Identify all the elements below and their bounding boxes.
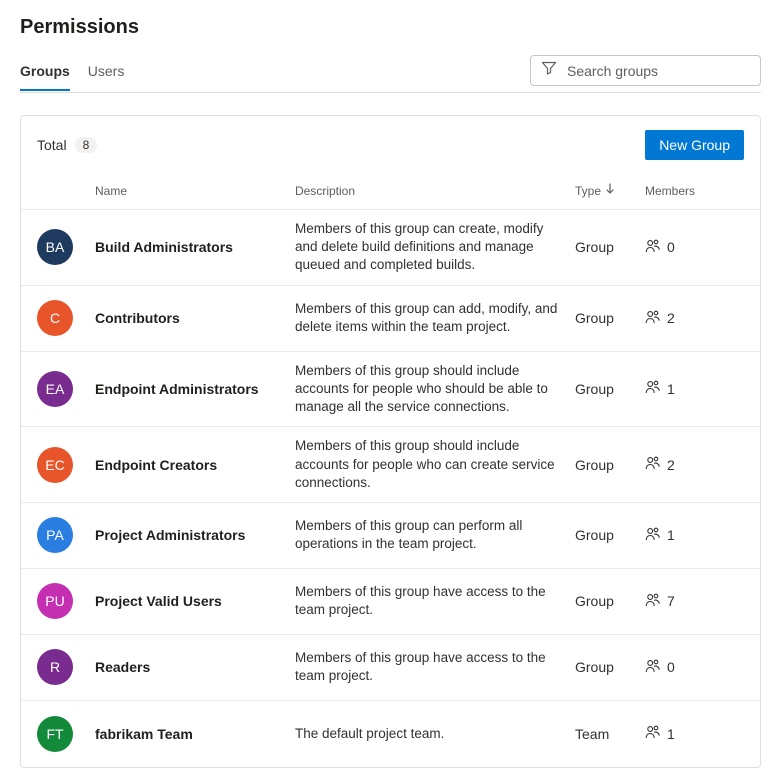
members-count: 1 xyxy=(667,381,675,397)
total-count: 8 xyxy=(75,137,98,153)
group-members: 1 xyxy=(645,379,745,398)
group-name[interactable]: Project Administrators xyxy=(95,527,295,543)
table-body: BABuild AdministratorsMembers of this gr… xyxy=(21,210,760,767)
group-type: Group xyxy=(575,593,645,609)
col-type-label: Type xyxy=(575,184,601,198)
group-name[interactable]: Readers xyxy=(95,659,295,675)
total-summary: Total 8 xyxy=(37,137,97,153)
group-description: Members of this group should include acc… xyxy=(295,362,575,417)
search-input[interactable] xyxy=(565,62,750,80)
avatar: BA xyxy=(37,229,73,265)
card-header: Total 8 New Group xyxy=(21,116,760,172)
members-count: 2 xyxy=(667,310,675,326)
members-icon xyxy=(645,526,661,545)
group-name[interactable]: Endpoint Administrators xyxy=(95,381,295,397)
table-row[interactable]: FT fabrikam TeamThe default project team.… xyxy=(21,701,760,767)
avatar: R xyxy=(37,649,73,685)
group-description: Members of this group have access to the… xyxy=(295,649,575,685)
members-count: 2 xyxy=(667,457,675,473)
group-description: Members of this group can create, modify… xyxy=(295,220,575,275)
avatar: PU xyxy=(37,583,73,619)
avatar: C xyxy=(37,300,73,336)
members-count: 1 xyxy=(667,726,675,742)
group-description: Members of this group can perform all op… xyxy=(295,517,575,553)
members-icon xyxy=(645,658,661,677)
sort-down-icon xyxy=(605,183,615,198)
table-row[interactable]: R ReadersMembers of this group have acces… xyxy=(21,635,760,701)
table-row[interactable]: PU Project Valid UsersMembers of this gro… xyxy=(21,569,760,635)
group-description: The default project team. xyxy=(295,725,575,743)
table-header: Name Description Type Members xyxy=(21,172,760,210)
group-type: Group xyxy=(575,659,645,675)
total-label: Total xyxy=(37,137,67,153)
avatar: EC xyxy=(37,447,73,483)
group-members: 7 xyxy=(645,592,745,611)
group-description: Members of this group can add, modify, a… xyxy=(295,300,575,336)
group-type: Group xyxy=(575,310,645,326)
members-icon xyxy=(645,724,661,743)
page-title: Permissions xyxy=(20,16,761,39)
filter-icon xyxy=(541,60,565,81)
tabs: Groups Users xyxy=(20,57,124,91)
group-members: 0 xyxy=(645,658,745,677)
table-row[interactable]: BA Build AdministratorsMembers of this gr… xyxy=(21,210,760,286)
members-icon xyxy=(645,379,661,398)
group-members: 2 xyxy=(645,309,745,328)
avatar: FT xyxy=(37,716,73,752)
members-icon xyxy=(645,592,661,611)
group-type: Group xyxy=(575,527,645,543)
group-type: Group xyxy=(575,239,645,255)
group-members: 1 xyxy=(645,526,745,545)
table-row[interactable]: EA Endpoint AdministratorsMembers of this… xyxy=(21,352,760,428)
new-group-button[interactable]: New Group xyxy=(645,130,744,160)
group-type: Group xyxy=(575,457,645,473)
group-description: Members of this group should include acc… xyxy=(295,437,575,492)
members-count: 0 xyxy=(667,239,675,255)
group-type: Group xyxy=(575,381,645,397)
col-name[interactable]: Name xyxy=(95,184,295,198)
groups-card: Total 8 New Group Name Description Type … xyxy=(20,115,761,768)
tab-users[interactable]: Users xyxy=(88,57,125,91)
group-members: 2 xyxy=(645,455,745,474)
members-icon xyxy=(645,455,661,474)
col-members[interactable]: Members xyxy=(645,184,745,198)
table-row[interactable]: EC Endpoint CreatorsMembers of this group… xyxy=(21,427,760,503)
members-count: 7 xyxy=(667,593,675,609)
group-name[interactable]: fabrikam Team xyxy=(95,726,295,742)
group-description: Members of this group have access to the… xyxy=(295,583,575,619)
group-name[interactable]: Endpoint Creators xyxy=(95,457,295,473)
topbar: Groups Users xyxy=(20,55,761,93)
members-icon xyxy=(645,309,661,328)
group-name[interactable]: Contributors xyxy=(95,310,295,326)
group-name[interactable]: Build Administrators xyxy=(95,239,295,255)
members-icon xyxy=(645,238,661,257)
members-count: 1 xyxy=(667,527,675,543)
group-type: Team xyxy=(575,726,645,742)
col-description[interactable]: Description xyxy=(295,184,575,198)
tab-groups[interactable]: Groups xyxy=(20,57,70,91)
col-type[interactable]: Type xyxy=(575,183,645,198)
group-members: 1 xyxy=(645,724,745,743)
table-row[interactable]: C ContributorsMembers of this group can a… xyxy=(21,286,760,352)
group-name[interactable]: Project Valid Users xyxy=(95,593,295,609)
members-count: 0 xyxy=(667,659,675,675)
avatar: EA xyxy=(37,371,73,407)
search-box[interactable] xyxy=(530,55,761,86)
avatar: PA xyxy=(37,517,73,553)
group-members: 0 xyxy=(645,238,745,257)
table-row[interactable]: PA Project AdministratorsMembers of this … xyxy=(21,503,760,569)
